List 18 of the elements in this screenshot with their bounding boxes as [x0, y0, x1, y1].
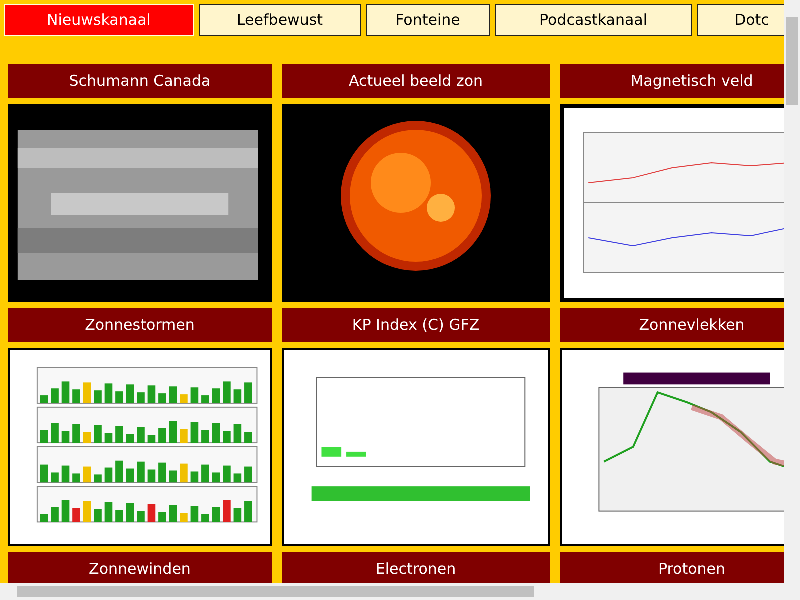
- tab[interactable]: Dotc: [697, 4, 784, 36]
- scrollbar-thumb[interactable]: [17, 586, 534, 597]
- tab[interactable]: Nieuwskanaal: [4, 4, 194, 36]
- scrollbar-thumb[interactable]: [786, 17, 798, 105]
- panel-header: Zonnestormen: [8, 308, 272, 342]
- panel-header: Zonnevlekken: [560, 308, 784, 342]
- tab[interactable]: Fonteine: [366, 4, 490, 36]
- panel-header: Schumann Canada: [8, 64, 272, 98]
- panel-header: KP Index (C) GFZ: [282, 308, 550, 342]
- horizontal-scrollbar[interactable]: [0, 583, 784, 600]
- panel-header: Zonnewinden: [8, 552, 272, 583]
- panel-header: Actueel beeld zon: [282, 64, 550, 98]
- tab[interactable]: Podcastkanaal: [495, 4, 692, 36]
- panel-header: Electronen: [282, 552, 550, 583]
- panel-header: Magnetisch veld: [560, 64, 784, 98]
- tab[interactable]: Leefbewust: [199, 4, 361, 36]
- panel-header: Protonen: [560, 552, 784, 583]
- vertical-scrollbar[interactable]: [784, 0, 800, 600]
